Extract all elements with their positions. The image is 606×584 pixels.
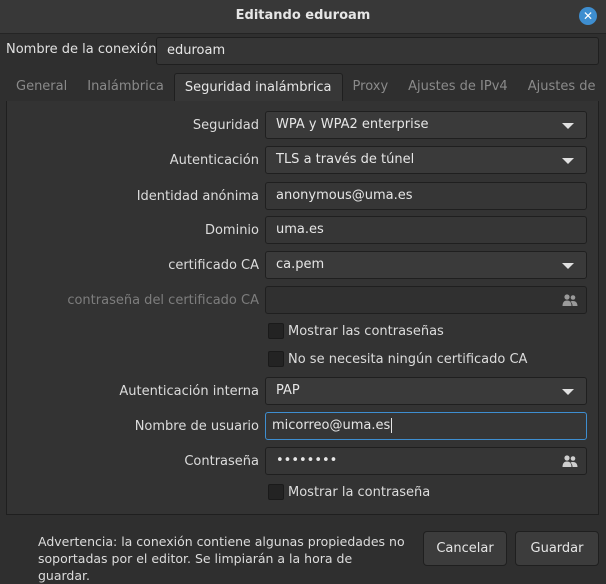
ca-certificate-label: certificado CA xyxy=(168,258,259,273)
connection-name-label: Nombre de la conexión xyxy=(6,42,157,57)
ca-cert-password-label: contraseña del certificado CA xyxy=(67,293,259,308)
inner-auth-value: PAP xyxy=(276,383,300,398)
show-password-label: Mostrar la contraseña xyxy=(288,484,431,500)
no-ca-needed-label: No se necesita ningún certificado CA xyxy=(288,351,528,367)
cancel-button[interactable]: Cancelar xyxy=(423,531,507,566)
domain-label: Dominio xyxy=(204,223,259,238)
users-icon[interactable] xyxy=(562,293,578,311)
chevron-down-icon xyxy=(562,123,574,129)
tab-general[interactable]: General xyxy=(6,73,77,101)
password-value: •••••••• xyxy=(276,453,338,468)
anonymous-identity-label: Identidad anónima xyxy=(136,189,259,204)
username-value: micorreo@uma.es xyxy=(272,418,391,433)
authentication-dropdown[interactable]: TLS a través de túnel xyxy=(265,146,587,174)
chevron-down-icon xyxy=(562,263,574,269)
connection-name-input[interactable]: eduroam xyxy=(156,37,599,65)
chevron-down-icon xyxy=(562,389,574,395)
save-button[interactable]: Guardar xyxy=(515,531,599,566)
authentication-label: Autenticación xyxy=(169,153,259,168)
show-passwords-label: Mostrar las contraseñas xyxy=(288,323,444,339)
password-input[interactable]: •••••••• xyxy=(265,447,587,475)
tab-wireless[interactable]: Inalámbrica xyxy=(77,73,174,101)
window-title: Editando eduroam xyxy=(235,8,371,23)
ca-cert-password-input[interactable] xyxy=(265,286,587,314)
username-label: Nombre de usuario xyxy=(134,419,259,434)
show-passwords-option[interactable]: Mostrar las contraseñas xyxy=(268,323,444,339)
security-label: Seguridad xyxy=(192,118,259,133)
tab-ipv6[interactable]: Ajustes de IPv6 xyxy=(518,73,599,101)
show-password-option[interactable]: Mostrar la contraseña xyxy=(268,484,430,500)
title-bar: Editando eduroam ✕ xyxy=(0,0,606,34)
ca-certificate-value: ca.pem xyxy=(276,257,325,272)
security-dropdown[interactable]: WPA y WPA2 enterprise xyxy=(265,111,587,139)
no-ca-needed-checkbox[interactable] xyxy=(268,351,284,367)
username-input[interactable]: micorreo@uma.es xyxy=(265,412,587,440)
show-passwords-checkbox[interactable] xyxy=(268,323,284,339)
inner-auth-label: Autenticación interna xyxy=(119,384,259,399)
text-cursor xyxy=(391,418,393,433)
security-value: WPA y WPA2 enterprise xyxy=(276,117,429,132)
users-icon[interactable] xyxy=(562,454,578,472)
show-password-checkbox[interactable] xyxy=(268,484,284,500)
ca-certificate-dropdown[interactable]: ca.pem xyxy=(265,251,587,279)
close-icon: ✕ xyxy=(582,9,594,23)
inner-auth-dropdown[interactable]: PAP xyxy=(265,377,587,405)
tab-wireless-security[interactable]: Seguridad inalámbrica xyxy=(173,73,343,101)
no-ca-needed-option[interactable]: No se necesita ningún certificado CA xyxy=(268,351,527,367)
tab-proxy[interactable]: Proxy xyxy=(343,73,399,101)
close-button[interactable]: ✕ xyxy=(579,7,597,25)
authentication-value: TLS a través de túnel xyxy=(276,152,415,167)
anonymous-identity-input[interactable]: anonymous@uma.es xyxy=(265,182,587,210)
domain-input[interactable]: uma.es xyxy=(265,216,587,244)
unsupported-properties-warning: Advertencia: la conexión contiene alguna… xyxy=(38,534,405,583)
tab-bar: General Inalámbrica Seguridad inalámbric… xyxy=(6,73,599,102)
password-label: Contraseña xyxy=(184,454,259,469)
tab-ipv4[interactable]: Ajustes de IPv4 xyxy=(398,73,518,101)
chevron-down-icon xyxy=(562,158,574,164)
